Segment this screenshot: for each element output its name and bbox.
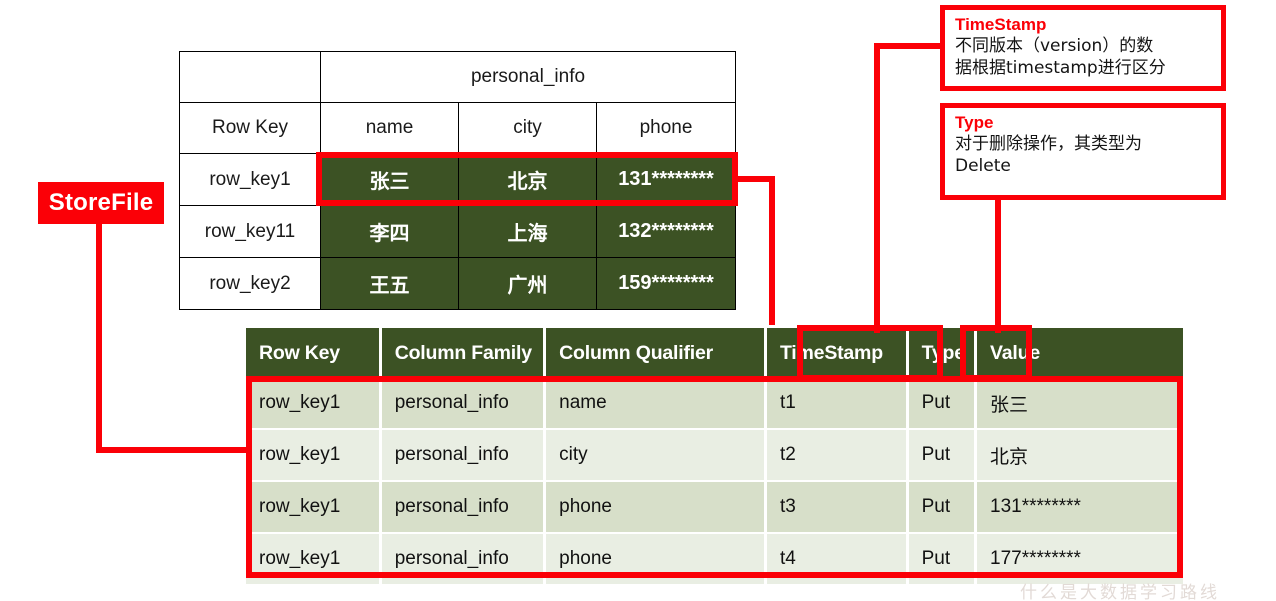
- callout-timestamp-line2: 据根据timestamp进行区分: [955, 58, 1166, 78]
- header-row-key: Row Key: [246, 328, 379, 378]
- connector-storefile-horizontal: [96, 447, 252, 453]
- column-family-label: personal_info: [319, 51, 737, 103]
- table-row: row_key11 李四 上海 132********: [179, 205, 737, 258]
- cell-phone: 159********: [595, 257, 737, 310]
- header-row-key: Row Key: [179, 102, 321, 154]
- cell-row-key: row_key1: [179, 153, 321, 206]
- callout-timestamp-title: TimeStamp: [955, 15, 1047, 34]
- connector-storefile-vertical: [96, 222, 102, 453]
- table-header-row: Row Key Column Family Column Qualifier T…: [246, 328, 1183, 378]
- callout-type-line1: 对于删除操作，其类型为: [955, 134, 1142, 154]
- connector-top-to-bottom-vertical: [769, 176, 775, 325]
- connector-timestamp-horizontal: [874, 43, 944, 49]
- table-row: row_key2 王五 广州 159********: [179, 257, 737, 310]
- cell-name: 李四: [320, 205, 459, 258]
- header-qualifier-name: name: [320, 102, 459, 154]
- header-qualifier-phone: phone: [595, 102, 737, 154]
- highlight-box-timestamp-header: [797, 325, 943, 381]
- cell-row-key: row_key11: [179, 205, 321, 258]
- table-row-header: Row Key name city phone: [179, 102, 737, 154]
- header-column-qualifier: Column Qualifier: [546, 328, 764, 378]
- cell-name: 王五: [320, 257, 459, 310]
- header-qualifier-city: city: [458, 102, 597, 154]
- cell-city: 广州: [458, 257, 597, 310]
- highlight-box-type-header: [960, 325, 1032, 381]
- callout-type-line2: Delete: [955, 156, 1011, 176]
- callout-timestamp: TimeStamp 不同版本（version）的数 据根据timestamp进行…: [940, 5, 1226, 91]
- empty-corner-cell: [179, 51, 321, 103]
- callout-timestamp-line1: 不同版本（version）的数: [955, 36, 1154, 56]
- cell-phone: 132********: [595, 205, 737, 258]
- connector-timestamp-vertical: [874, 43, 880, 333]
- cell-row-key: row_key2: [179, 257, 321, 310]
- watermark-text: 什么是大数据学习路线: [1020, 583, 1220, 600]
- callout-type-title: Type: [955, 113, 994, 132]
- highlight-box-top-row: [316, 152, 738, 206]
- cell-city: 上海: [458, 205, 597, 258]
- highlight-box-bottom-body: [246, 376, 1183, 578]
- header-column-family: Column Family: [381, 328, 544, 378]
- diagram-canvas: personal_info Row Key name city phone ro…: [0, 0, 1276, 601]
- table-row-column-family: personal_info: [179, 51, 737, 103]
- connector-type-vertical: [995, 196, 1001, 333]
- callout-type: Type 对于删除操作，其类型为 Delete: [940, 103, 1226, 200]
- storefile-label: StoreFile: [38, 182, 164, 224]
